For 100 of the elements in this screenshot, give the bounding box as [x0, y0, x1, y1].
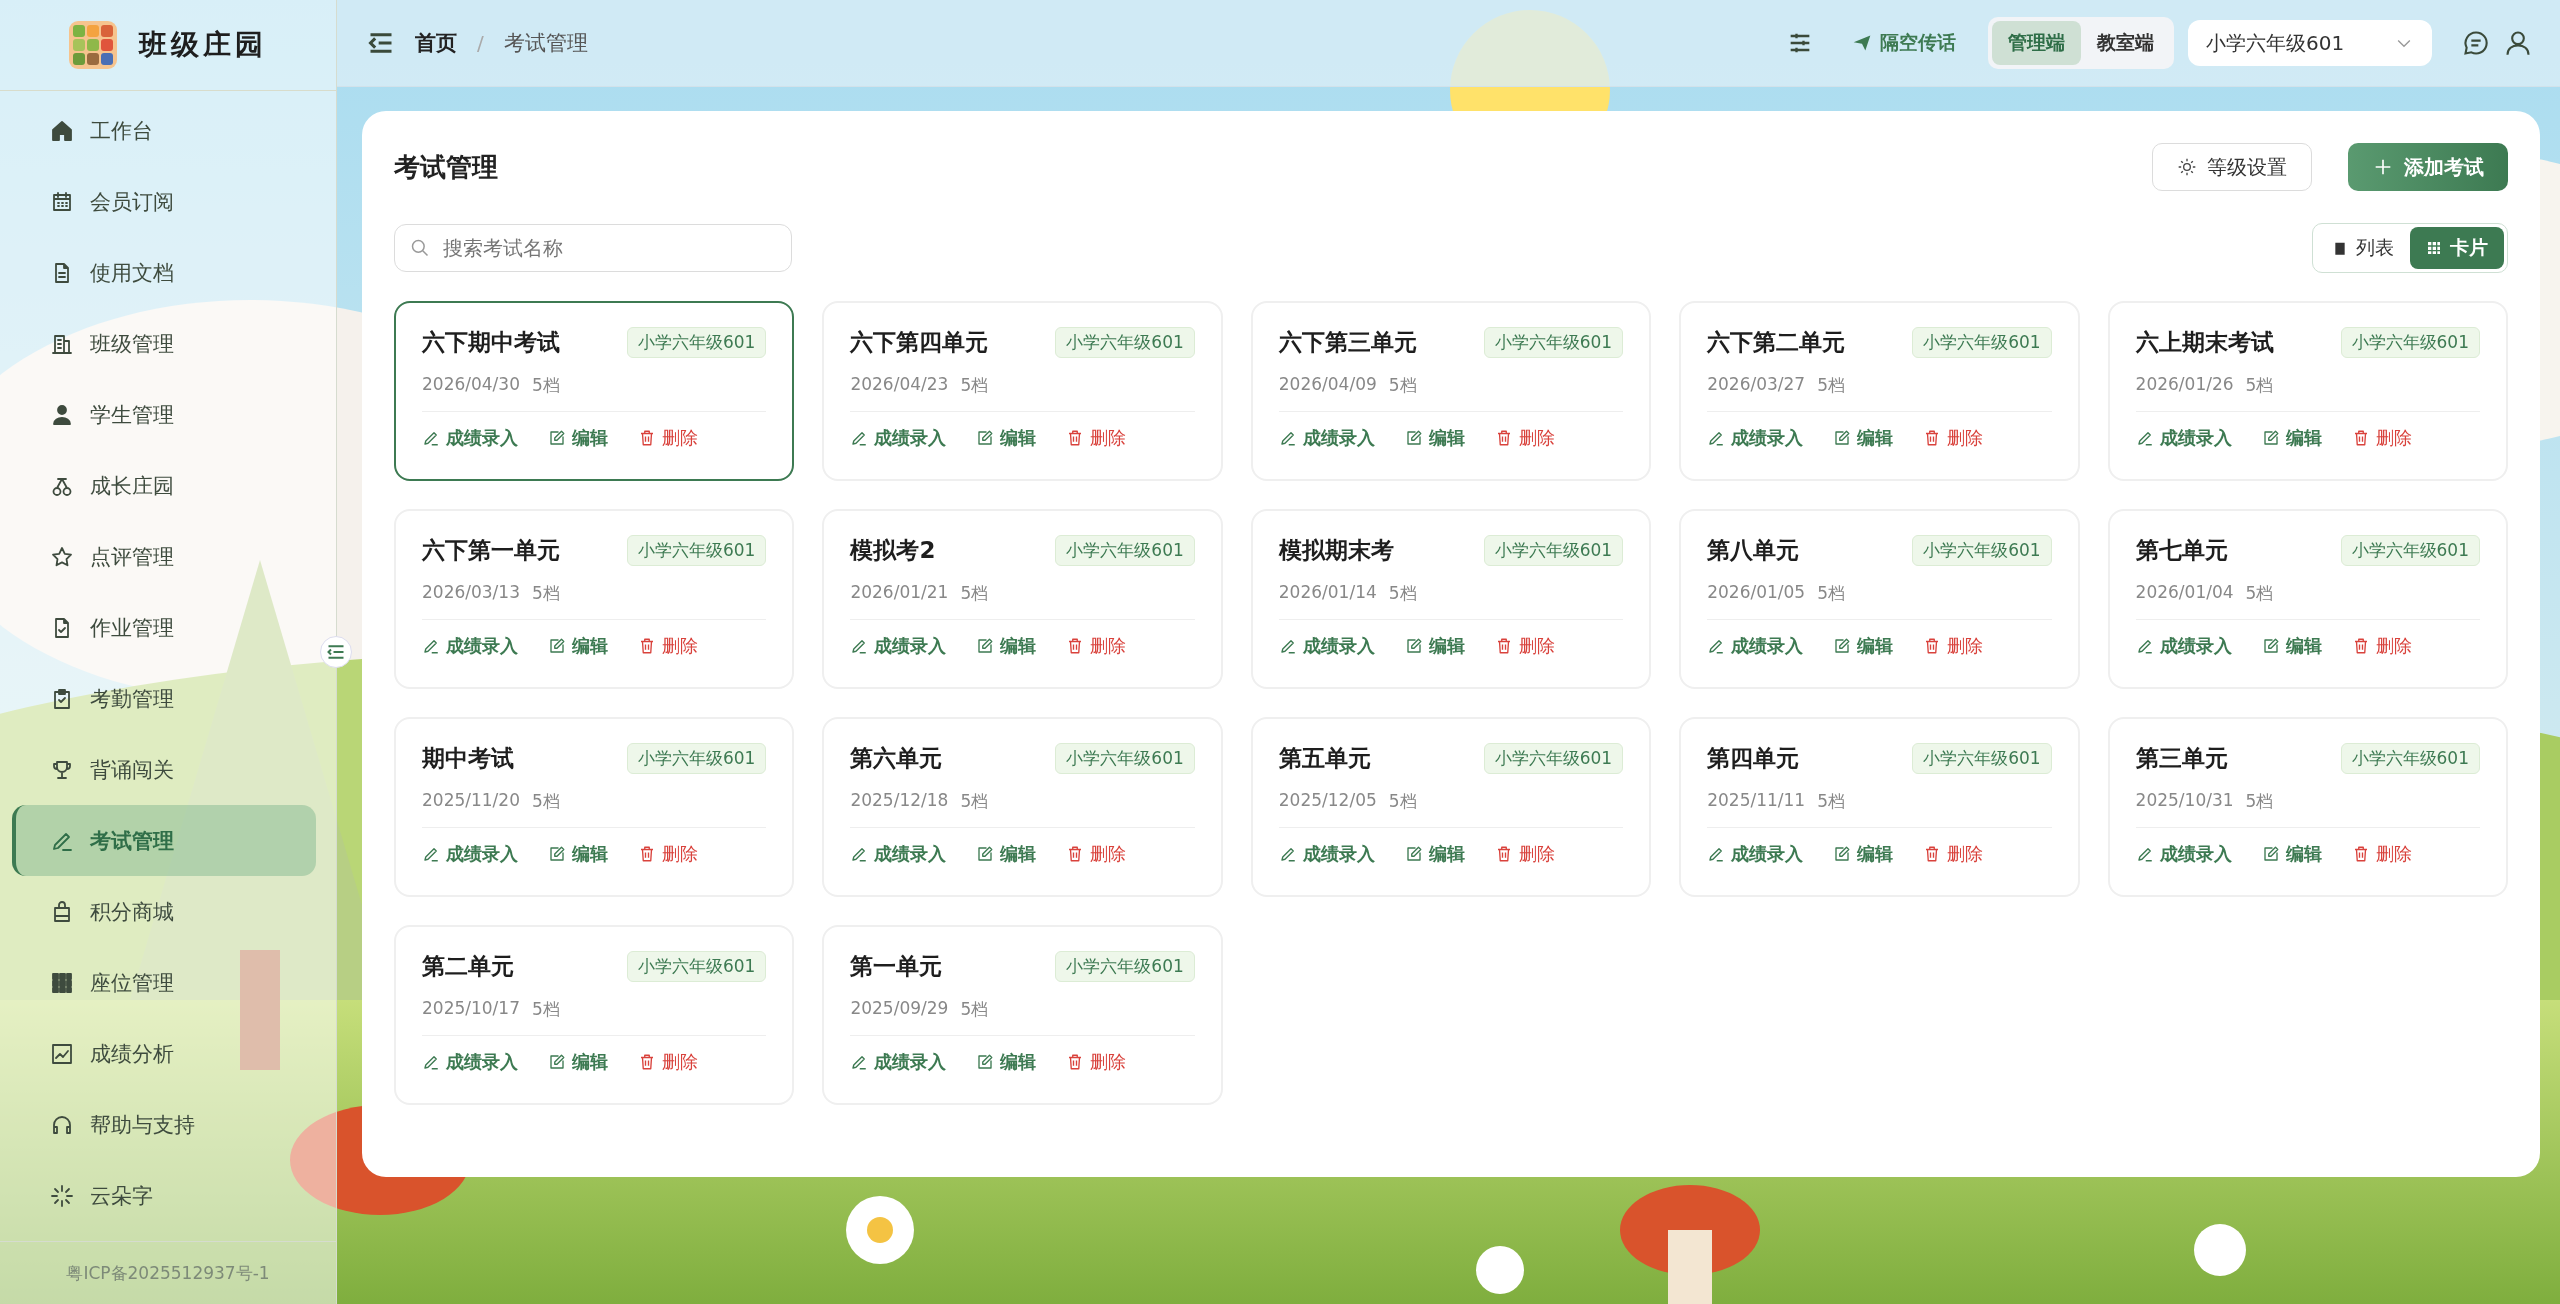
edit-button[interactable]: 编辑: [976, 426, 1037, 450]
delete-button[interactable]: 删除: [1066, 634, 1127, 658]
delete-button[interactable]: 删除: [1923, 426, 1984, 450]
exam-card[interactable]: 期中考试 小学六年级601 2025/11/20 5档 成绩录入 编辑 删除: [394, 717, 795, 897]
edit-button[interactable]: 编辑: [1833, 426, 1894, 450]
add-exam-button[interactable]: 添加考试: [2348, 143, 2508, 191]
score-button[interactable]: 成绩录入: [1707, 426, 1804, 450]
sidebar-item[interactable]: 背诵闯关: [12, 734, 316, 805]
delete-button[interactable]: 删除: [638, 426, 698, 450]
exam-card[interactable]: 第二单元 小学六年级601 2025/10/17 5档 成绩录入 编辑 删除: [394, 925, 795, 1105]
score-button[interactable]: 成绩录入: [1707, 842, 1804, 866]
delete-button[interactable]: 删除: [2351, 842, 2412, 866]
delete-button[interactable]: 删除: [1923, 842, 1984, 866]
exam-date: 2026/04/23: [850, 374, 949, 396]
score-button[interactable]: 成绩录入: [422, 426, 518, 450]
sidebar-item[interactable]: 点评管理: [12, 521, 316, 592]
edit-button[interactable]: 编辑: [548, 634, 608, 658]
user-icon[interactable]: [2504, 29, 2532, 57]
sidebar-item[interactable]: 帮助与支持: [12, 1089, 316, 1160]
grade-settings-button[interactable]: 等级设置: [2152, 143, 2312, 191]
edit-button[interactable]: 编辑: [976, 1050, 1037, 1074]
sidebar-item[interactable]: 座位管理: [12, 947, 316, 1018]
edit-button[interactable]: 编辑: [1404, 426, 1465, 450]
score-button[interactable]: 成绩录入: [422, 634, 518, 658]
delete-button[interactable]: 删除: [1066, 1050, 1127, 1074]
score-button[interactable]: 成绩录入: [850, 426, 947, 450]
delete-button[interactable]: 删除: [1494, 634, 1555, 658]
mode-tab[interactable]: 管理端: [1992, 21, 2081, 65]
edit-button[interactable]: 编辑: [548, 426, 608, 450]
exam-card[interactable]: 第五单元 小学六年级601 2025/12/05 5档 成绩录入 编辑 删除: [1250, 717, 1652, 897]
score-button[interactable]: 成绩录入: [2135, 842, 2232, 866]
view-toggle[interactable]: 列表: [2316, 227, 2410, 269]
score-button[interactable]: 成绩录入: [850, 634, 947, 658]
sidebar-item[interactable]: 成长庄园: [12, 450, 316, 521]
exam-card[interactable]: 第八单元 小学六年级601 2026/01/05 5档 成绩录入 编辑 删除: [1679, 509, 2080, 689]
search-field[interactable]: 搜索考试名称: [394, 224, 792, 272]
score-button[interactable]: 成绩录入: [1278, 634, 1375, 658]
exam-card[interactable]: 六下第二单元 小学六年级601 2026/03/27 5档 成绩录入 编辑 删除: [1679, 301, 2080, 481]
edit-button[interactable]: 编辑: [2261, 842, 2322, 866]
delete-button[interactable]: 删除: [1066, 426, 1127, 450]
sidebar-item[interactable]: 积分商城: [12, 876, 316, 947]
edit-button[interactable]: 编辑: [548, 1050, 608, 1074]
score-button[interactable]: 成绩录入: [850, 1050, 947, 1074]
exam-card[interactable]: 第六单元 小学六年级601 2025/12/18 5档 成绩录入 编辑 删除: [822, 717, 1223, 897]
sidebar-item[interactable]: 作业管理: [12, 592, 316, 663]
exam-card[interactable]: 第一单元 小学六年级601 2025/09/29 5档 成绩录入 编辑 删除: [822, 925, 1223, 1105]
edit-button[interactable]: 编辑: [976, 634, 1037, 658]
edit-button[interactable]: 编辑: [1404, 634, 1465, 658]
exam-card[interactable]: 模拟期末考 小学六年级601 2026/01/14 5档 成绩录入 编辑 删除: [1250, 509, 1652, 689]
exam-card[interactable]: 第三单元 小学六年级601 2025/10/31 5档 成绩录入 编辑 删除: [2107, 717, 2508, 897]
mode-tab[interactable]: 教室端: [2081, 21, 2170, 65]
score-button[interactable]: 成绩录入: [422, 842, 518, 866]
delete-button[interactable]: 删除: [638, 1050, 698, 1074]
edit-button[interactable]: 编辑: [1404, 842, 1465, 866]
class-select[interactable]: 小学六年级601: [2188, 20, 2432, 66]
sidebar-item[interactable]: 会员订阅: [12, 166, 316, 237]
score-button[interactable]: 成绩录入: [850, 842, 947, 866]
score-button[interactable]: 成绩录入: [1707, 634, 1804, 658]
delete-button[interactable]: 删除: [1923, 634, 1984, 658]
edit-button[interactable]: 编辑: [548, 842, 608, 866]
sidebar-item[interactable]: 班级管理: [12, 308, 316, 379]
sidebar-item[interactable]: 成绩分析: [12, 1018, 316, 1089]
delete-button[interactable]: 删除: [1494, 426, 1555, 450]
edit-icon: [976, 1053, 995, 1071]
exam-card[interactable]: 六上期末考试 小学六年级601 2026/01/26 5档 成绩录入 编辑 删除: [2107, 301, 2508, 481]
edit-button[interactable]: 编辑: [1833, 634, 1894, 658]
delete-button[interactable]: 删除: [638, 842, 698, 866]
exam-card[interactable]: 模拟考2 小学六年级601 2026/01/21 5档 成绩录入 编辑 删除: [822, 509, 1223, 689]
exam-card[interactable]: 第七单元 小学六年级601 2026/01/04 5档 成绩录入 编辑 删除: [2107, 509, 2508, 689]
delete-button[interactable]: 删除: [2351, 426, 2412, 450]
edit-button[interactable]: 编辑: [2261, 426, 2322, 450]
delete-button[interactable]: 删除: [2351, 634, 2412, 658]
score-button[interactable]: 成绩录入: [1278, 426, 1375, 450]
sidebar-item[interactable]: 考试管理: [12, 805, 316, 876]
view-toggle[interactable]: 卡片: [2410, 227, 2504, 269]
delete-button[interactable]: 删除: [1494, 842, 1555, 866]
exam-card[interactable]: 六下第四单元 小学六年级601 2026/04/23 5档 成绩录入 编辑 删除: [822, 301, 1223, 481]
delete-button[interactable]: 删除: [638, 634, 698, 658]
sidebar-item[interactable]: 云朵字: [12, 1160, 316, 1231]
exam-card[interactable]: 六下期中考试 小学六年级601 2026/04/30 5档 成绩录入 编辑 删除: [394, 301, 795, 481]
score-button[interactable]: 成绩录入: [422, 1050, 518, 1074]
sidebar-item[interactable]: 使用文档: [12, 237, 316, 308]
edit-button[interactable]: 编辑: [2261, 634, 2322, 658]
score-button[interactable]: 成绩录入: [2135, 634, 2232, 658]
exam-card[interactable]: 第四单元 小学六年级601 2025/11/11 5档 成绩录入 编辑 删除: [1679, 717, 2080, 897]
exam-card[interactable]: 六下第三单元 小学六年级601 2026/04/09 5档 成绩录入 编辑 删除: [1250, 301, 1652, 481]
logo-icon: [69, 21, 117, 69]
broadcast-button[interactable]: 隔空传话: [1846, 29, 1962, 57]
chat-icon[interactable]: [2462, 29, 2490, 57]
edit-button[interactable]: 编辑: [976, 842, 1037, 866]
sidebar-item[interactable]: 考勤管理: [12, 663, 316, 734]
sidebar-item[interactable]: 工作台: [12, 95, 316, 166]
delete-button[interactable]: 删除: [1066, 842, 1127, 866]
sidebar-item[interactable]: 学生管理: [12, 379, 316, 450]
breadcrumb-link[interactable]: 首页: [415, 29, 457, 57]
score-button[interactable]: 成绩录入: [1278, 842, 1375, 866]
page-title: 考试管理: [394, 150, 498, 184]
score-button[interactable]: 成绩录入: [2135, 426, 2232, 450]
edit-button[interactable]: 编辑: [1833, 842, 1894, 866]
exam-card[interactable]: 六下第一单元 小学六年级601 2026/03/13 5档 成绩录入 编辑 删除: [394, 509, 795, 689]
